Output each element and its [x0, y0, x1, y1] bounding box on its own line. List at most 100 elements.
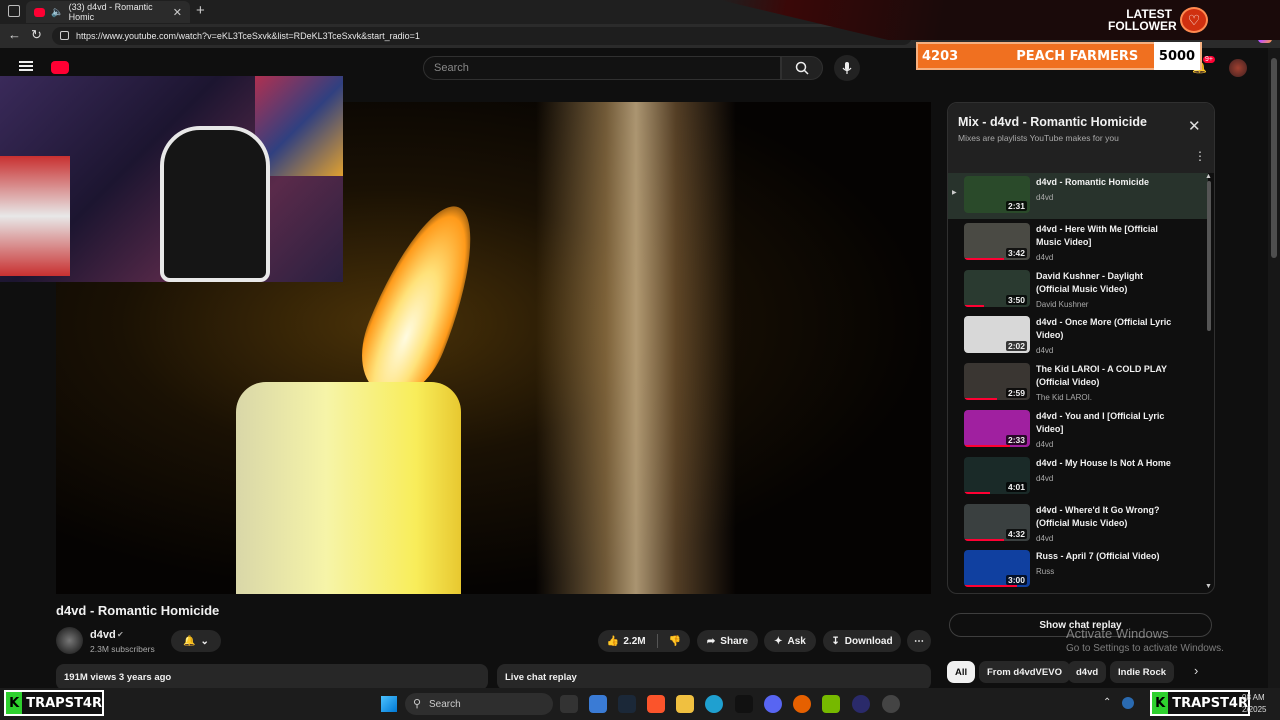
- playlist-thumbnail[interactable]: 2:02: [964, 316, 1030, 354]
- channel-avatar[interactable]: [56, 627, 83, 654]
- duration-badge: 2:31: [1005, 201, 1027, 211]
- chip-from-d4vdvevo[interactable]: From d4vdVEVO: [979, 661, 1070, 683]
- tiktok-icon[interactable]: [735, 695, 753, 713]
- discord-icon[interactable]: [764, 695, 782, 713]
- playlist-thumbnail[interactable]: 4:32: [964, 503, 1030, 541]
- playlist-item[interactable]: 2:33 d4vd - You and I [Official Lyric Vid…: [948, 407, 1208, 453]
- brave-icon[interactable]: [647, 695, 665, 713]
- blurred-light-streak: [536, 102, 736, 594]
- chip-d4vd[interactable]: d4vd: [1068, 661, 1107, 683]
- widgets-icon[interactable]: [589, 695, 607, 713]
- playlist-item[interactable]: ▶ 2:31 d4vd - Romantic Homicide d4vd: [948, 173, 1208, 219]
- url-text: https://www.youtube.com/watch?v=eKL3TceS…: [76, 31, 420, 41]
- playlist-item[interactable]: 3:42 d4vd - Here With Me [Official Music …: [948, 220, 1208, 266]
- page-scrollbar-thumb[interactable]: [1271, 58, 1277, 258]
- subscribe-bell-button[interactable]: 🔔 ⌄: [171, 630, 221, 652]
- scroll-down-icon[interactable]: ▼: [1205, 583, 1212, 590]
- speaker-icon[interactable]: 🔈: [51, 7, 63, 18]
- playlist-item[interactable]: 2:02 d4vd - Once More (Official Lyric Vid…: [948, 313, 1208, 359]
- channel-name[interactable]: d4vd: [90, 629, 116, 641]
- playlist-item[interactable]: 2:59 The Kid LAROI - A COLD PLAY (Officia…: [948, 360, 1208, 406]
- share-button[interactable]: ➦ Share: [697, 630, 758, 652]
- duration-badge: 3:50: [1005, 294, 1027, 305]
- description-box[interactable]: 191M views 3 years ago: [56, 664, 488, 690]
- sneaker-shelf: [0, 156, 70, 276]
- more-actions-button[interactable]: ⋯: [907, 630, 931, 652]
- playlist-item-title: d4vd - You and I [Official Lyric Video]: [1036, 411, 1165, 434]
- close-icon[interactable]: ✕: [1188, 117, 1201, 135]
- dislike-button[interactable]: 👎: [669, 636, 681, 647]
- page-scrollbar[interactable]: [1268, 48, 1280, 688]
- playlist-item-channel: The Kid LAROI.: [1036, 393, 1093, 403]
- windows-start-icon[interactable]: [381, 696, 397, 712]
- more-vertical-icon[interactable]: ⋮: [1194, 149, 1206, 163]
- playlist-item[interactable]: 4:01 d4vd - My House Is Not A Home d4vd: [948, 454, 1208, 500]
- playlist-thumbnail[interactable]: 2:59: [964, 363, 1030, 401]
- edge-icon[interactable]: [705, 695, 723, 713]
- playlist-item-channel: d4vd: [1036, 533, 1054, 543]
- playlist-item[interactable]: 3:50 David Kushner - Daylight (Official M…: [948, 267, 1208, 313]
- playlist-item-text: d4vd - My House Is Not A Home d4vd: [1036, 457, 1176, 485]
- new-tab-icon[interactable]: +: [196, 2, 205, 19]
- close-tab-icon[interactable]: ✕: [173, 6, 182, 19]
- share-label: Share: [720, 635, 749, 647]
- voice-search-button[interactable]: [834, 55, 860, 81]
- taskbar-clock[interactable]: 08 AM 2/2025: [1242, 692, 1266, 716]
- search-input[interactable]: Search: [423, 56, 781, 80]
- playlist-thumbnail[interactable]: 3:42: [964, 222, 1030, 260]
- tray-app-icon[interactable]: [1122, 697, 1134, 709]
- playlist-title[interactable]: Mix - d4vd - Romantic Homicide: [958, 115, 1147, 129]
- ask-button[interactable]: ✦ Ask: [764, 630, 816, 652]
- brand-k-logo: K: [6, 692, 23, 714]
- file-explorer-icon[interactable]: [676, 695, 694, 713]
- playlist-header: Mix - d4vd - Romantic Homicide Mixes are…: [948, 103, 1214, 173]
- playlist-thumbnail[interactable]: 4:01: [964, 456, 1030, 494]
- chrome-icon[interactable]: [882, 695, 900, 713]
- views-and-date: 191M views 3 years ago: [64, 672, 172, 683]
- back-icon[interactable]: ←: [8, 27, 21, 42]
- taskbar-search[interactable]: ⚲ Search: [405, 693, 553, 715]
- chip-all[interactable]: All: [947, 661, 976, 683]
- playlist-scrollbar[interactable]: [1207, 181, 1211, 331]
- search-button[interactable]: [781, 56, 823, 80]
- duration-badge: 3:42: [1005, 247, 1027, 258]
- playlist-item[interactable]: 3:00 Russ - April 7 (Official Video) Russ: [948, 547, 1208, 593]
- like-button[interactable]: 👍 2.2M: [607, 636, 646, 647]
- live-chat-header[interactable]: Live chat replay: [497, 664, 931, 690]
- playlist-item[interactable]: 4:32 d4vd - Where'd It Go Wrong? (Officia…: [948, 501, 1208, 547]
- obs-icon[interactable]: [852, 695, 870, 713]
- account-avatar[interactable]: [1229, 59, 1247, 77]
- playlist-thumbnail[interactable]: 3:50: [964, 269, 1030, 307]
- chips-next-icon[interactable]: ›: [1194, 663, 1198, 678]
- playlist-item-text: Russ - April 7 (Official Video) Russ: [1036, 550, 1176, 578]
- tray-chevron-icon[interactable]: ⌃: [1103, 697, 1111, 708]
- verified-icon: ✔: [117, 630, 124, 639]
- brand-watermark-left: K TRAPST4R: [4, 690, 104, 716]
- task-view-icon[interactable]: [560, 695, 578, 713]
- playlist-item-text: d4vd - Here With Me [Official Music Vide…: [1036, 223, 1176, 264]
- browser-tab[interactable]: 🔈 (33) d4vd - Romantic Homic ✕: [26, 1, 190, 23]
- playlist-thumbnail[interactable]: 2:33: [964, 410, 1030, 447]
- steam-icon[interactable]: [618, 695, 636, 713]
- duration-badge: 2:59: [1005, 388, 1027, 399]
- download-button[interactable]: ↧ Download: [823, 630, 901, 652]
- candle: [236, 382, 461, 594]
- tab-actions-icon[interactable]: [8, 5, 20, 17]
- url-field[interactable]: https://www.youtube.com/watch?v=eKL3TceS…: [52, 27, 912, 45]
- hamburger-menu-icon[interactable]: [19, 61, 33, 63]
- firefox-icon[interactable]: [793, 695, 811, 713]
- latest-follower-text: LATEST FOLLOWER: [1108, 7, 1177, 33]
- nvidia-icon[interactable]: [822, 695, 840, 713]
- playlist-item-channel: d4vd: [1036, 440, 1054, 449]
- playlist-thumbnail[interactable]: 2:31: [964, 176, 1030, 213]
- site-info-icon[interactable]: [60, 31, 69, 40]
- reload-icon[interactable]: ↻: [31, 27, 42, 43]
- chip-indie-rock[interactable]: Indie Rock: [1110, 661, 1175, 683]
- playlist-item-title: The Kid LAROI - A COLD PLAY (Official Vi…: [1036, 364, 1167, 388]
- like-dislike-group: 👍 2.2M 👎: [598, 630, 690, 652]
- playlist-item-channel: David Kushner: [1036, 299, 1089, 309]
- playlist-thumbnail[interactable]: 3:00: [964, 550, 1030, 588]
- thumbs-down-icon: 👎: [668, 635, 682, 647]
- scroll-up-icon[interactable]: ▲: [1205, 173, 1212, 180]
- youtube-logo-icon[interactable]: [51, 61, 69, 74]
